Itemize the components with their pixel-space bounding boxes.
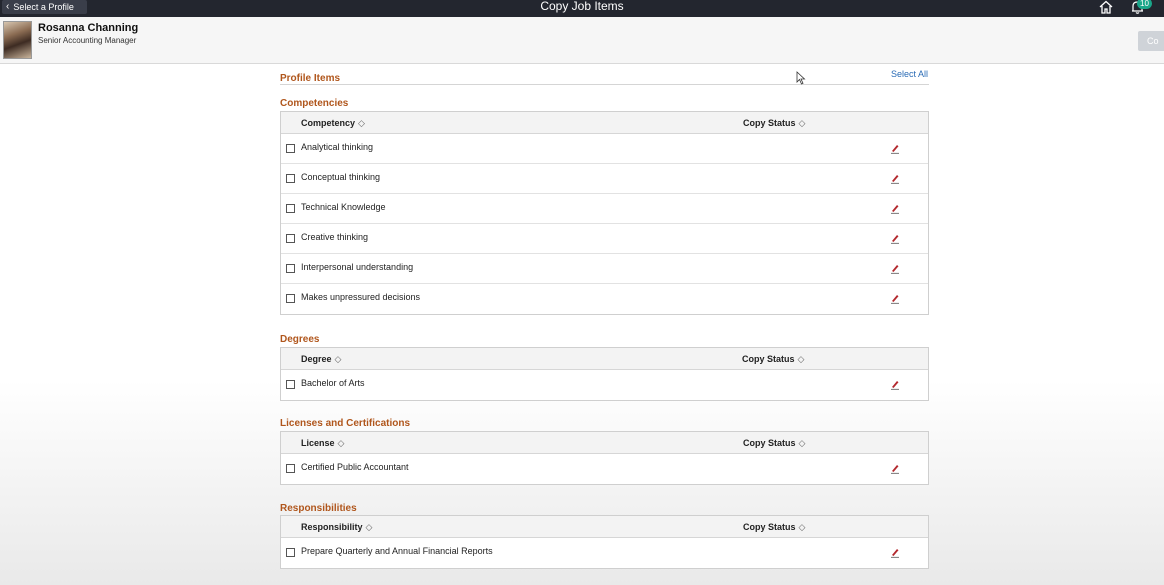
- edit-icon[interactable]: [890, 143, 901, 154]
- grid-header: Responsibility ◇ Copy Status ◇: [281, 516, 928, 538]
- table-row: Certified Public Accountant: [281, 454, 928, 484]
- edit-icon[interactable]: [890, 233, 901, 244]
- edit-icon[interactable]: [890, 203, 901, 214]
- degree-column-header[interactable]: Degree ◇: [301, 354, 341, 365]
- row-label: Interpersonal understanding: [301, 262, 414, 272]
- row-label: Conceptual thinking: [301, 172, 381, 182]
- row-checkbox[interactable]: [286, 294, 295, 303]
- table-row: Bachelor of Arts: [281, 370, 928, 400]
- row-checkbox[interactable]: [286, 264, 295, 273]
- grid-header: License ◇ Copy Status ◇: [281, 432, 928, 454]
- responsibilities-heading: Responsibilities: [280, 503, 357, 514]
- sort-icon: ◇: [798, 438, 806, 448]
- page-title: Copy Job Items: [540, 0, 624, 13]
- sort-icon: ◇: [798, 522, 806, 532]
- copy-status-column-header[interactable]: Copy Status ◇: [743, 522, 805, 533]
- row-checkbox[interactable]: [286, 144, 295, 153]
- sort-icon: ◇: [334, 354, 342, 364]
- edit-icon[interactable]: [890, 263, 901, 274]
- edit-icon[interactable]: [890, 293, 901, 304]
- table-row: Technical Knowledge: [281, 194, 928, 224]
- copy-status-column-header[interactable]: Copy Status ◇: [742, 354, 804, 365]
- row-checkbox[interactable]: [286, 548, 295, 557]
- table-row: Prepare Quarterly and Annual Financial R…: [281, 538, 928, 568]
- edit-icon[interactable]: [890, 463, 901, 474]
- licenses-grid: License ◇ Copy Status ◇ Certified Public A…: [280, 431, 929, 485]
- licenses-heading: Licenses and Certifications: [280, 418, 411, 429]
- grid-header: Degree ◇ Copy Status ◇: [281, 348, 928, 370]
- table-row: Creative thinking: [281, 224, 928, 254]
- table-row: Analytical thinking: [281, 134, 928, 164]
- competencies-heading: Competencies: [280, 98, 349, 109]
- row-checkbox[interactable]: [286, 204, 295, 213]
- edit-icon[interactable]: [890, 547, 901, 558]
- responsibility-column-header[interactable]: Responsibility ◇: [301, 522, 372, 533]
- avatar: [3, 21, 32, 59]
- profile-items-heading: Profile Items: [280, 73, 341, 84]
- person-role: Senior Accounting Manager: [38, 36, 137, 45]
- row-checkbox[interactable]: [286, 464, 295, 473]
- row-label: Makes unpressured decisions: [301, 292, 421, 302]
- grid-header: Competency ◇ Copy Status ◇: [281, 112, 928, 134]
- sort-icon: ◇: [337, 438, 345, 448]
- row-label: Bachelor of Arts: [301, 378, 365, 388]
- edit-icon[interactable]: [890, 173, 901, 184]
- table-row: Conceptual thinking: [281, 164, 928, 194]
- copy-status-column-header[interactable]: Copy Status ◇: [743, 438, 805, 449]
- back-button-label: Select a Profile: [13, 2, 74, 12]
- row-label: Creative thinking: [301, 232, 369, 242]
- sort-icon: ◇: [358, 118, 365, 128]
- row-checkbox[interactable]: [286, 380, 295, 389]
- sort-icon: ◇: [798, 118, 806, 128]
- row-label: Analytical thinking: [301, 142, 374, 152]
- home-icon[interactable]: [1099, 0, 1113, 14]
- row-checkbox[interactable]: [286, 174, 295, 183]
- person-name: Rosanna Channing: [38, 22, 139, 34]
- row-label: Prepare Quarterly and Annual Financial R…: [301, 546, 493, 556]
- competency-column-header[interactable]: Competency ◇: [301, 118, 365, 129]
- notification-count-badge: 10: [1137, 0, 1152, 9]
- table-row: Makes unpressured decisions: [281, 284, 928, 314]
- top-navigation-bar: ‹ Select a Profile Copy Job Items 10: [0, 0, 1164, 17]
- sort-icon: ◇: [797, 354, 805, 364]
- license-column-header[interactable]: License ◇: [301, 438, 344, 449]
- row-label: Technical Knowledge: [301, 202, 386, 212]
- row-label: Certified Public Accountant: [301, 462, 409, 472]
- copy-status-column-header[interactable]: Copy Status ◇: [743, 118, 805, 129]
- select-all-link[interactable]: Select All: [891, 69, 928, 79]
- edit-icon[interactable]: [890, 379, 901, 390]
- table-row: Interpersonal understanding: [281, 254, 928, 284]
- divider: [280, 84, 929, 85]
- back-to-select-profile-button[interactable]: ‹ Select a Profile: [2, 0, 87, 14]
- mouse-pointer-icon: [796, 71, 806, 85]
- sort-icon: ◇: [365, 522, 373, 532]
- degrees-heading: Degrees: [280, 334, 320, 345]
- profile-header: Rosanna Channing Senior Accounting Manag…: [0, 17, 1164, 64]
- row-checkbox[interactable]: [286, 234, 295, 243]
- chevron-left-icon: ‹: [6, 1, 10, 12]
- degrees-grid: Degree ◇ Copy Status ◇ Bachelor of Arts: [280, 347, 929, 401]
- copy-button[interactable]: Co: [1138, 31, 1164, 51]
- responsibilities-grid: Responsibility ◇ Copy Status ◇ Prepare Qua…: [280, 515, 929, 569]
- competencies-grid: Competency ◇ Copy Status ◇ Analytical thin…: [280, 111, 929, 315]
